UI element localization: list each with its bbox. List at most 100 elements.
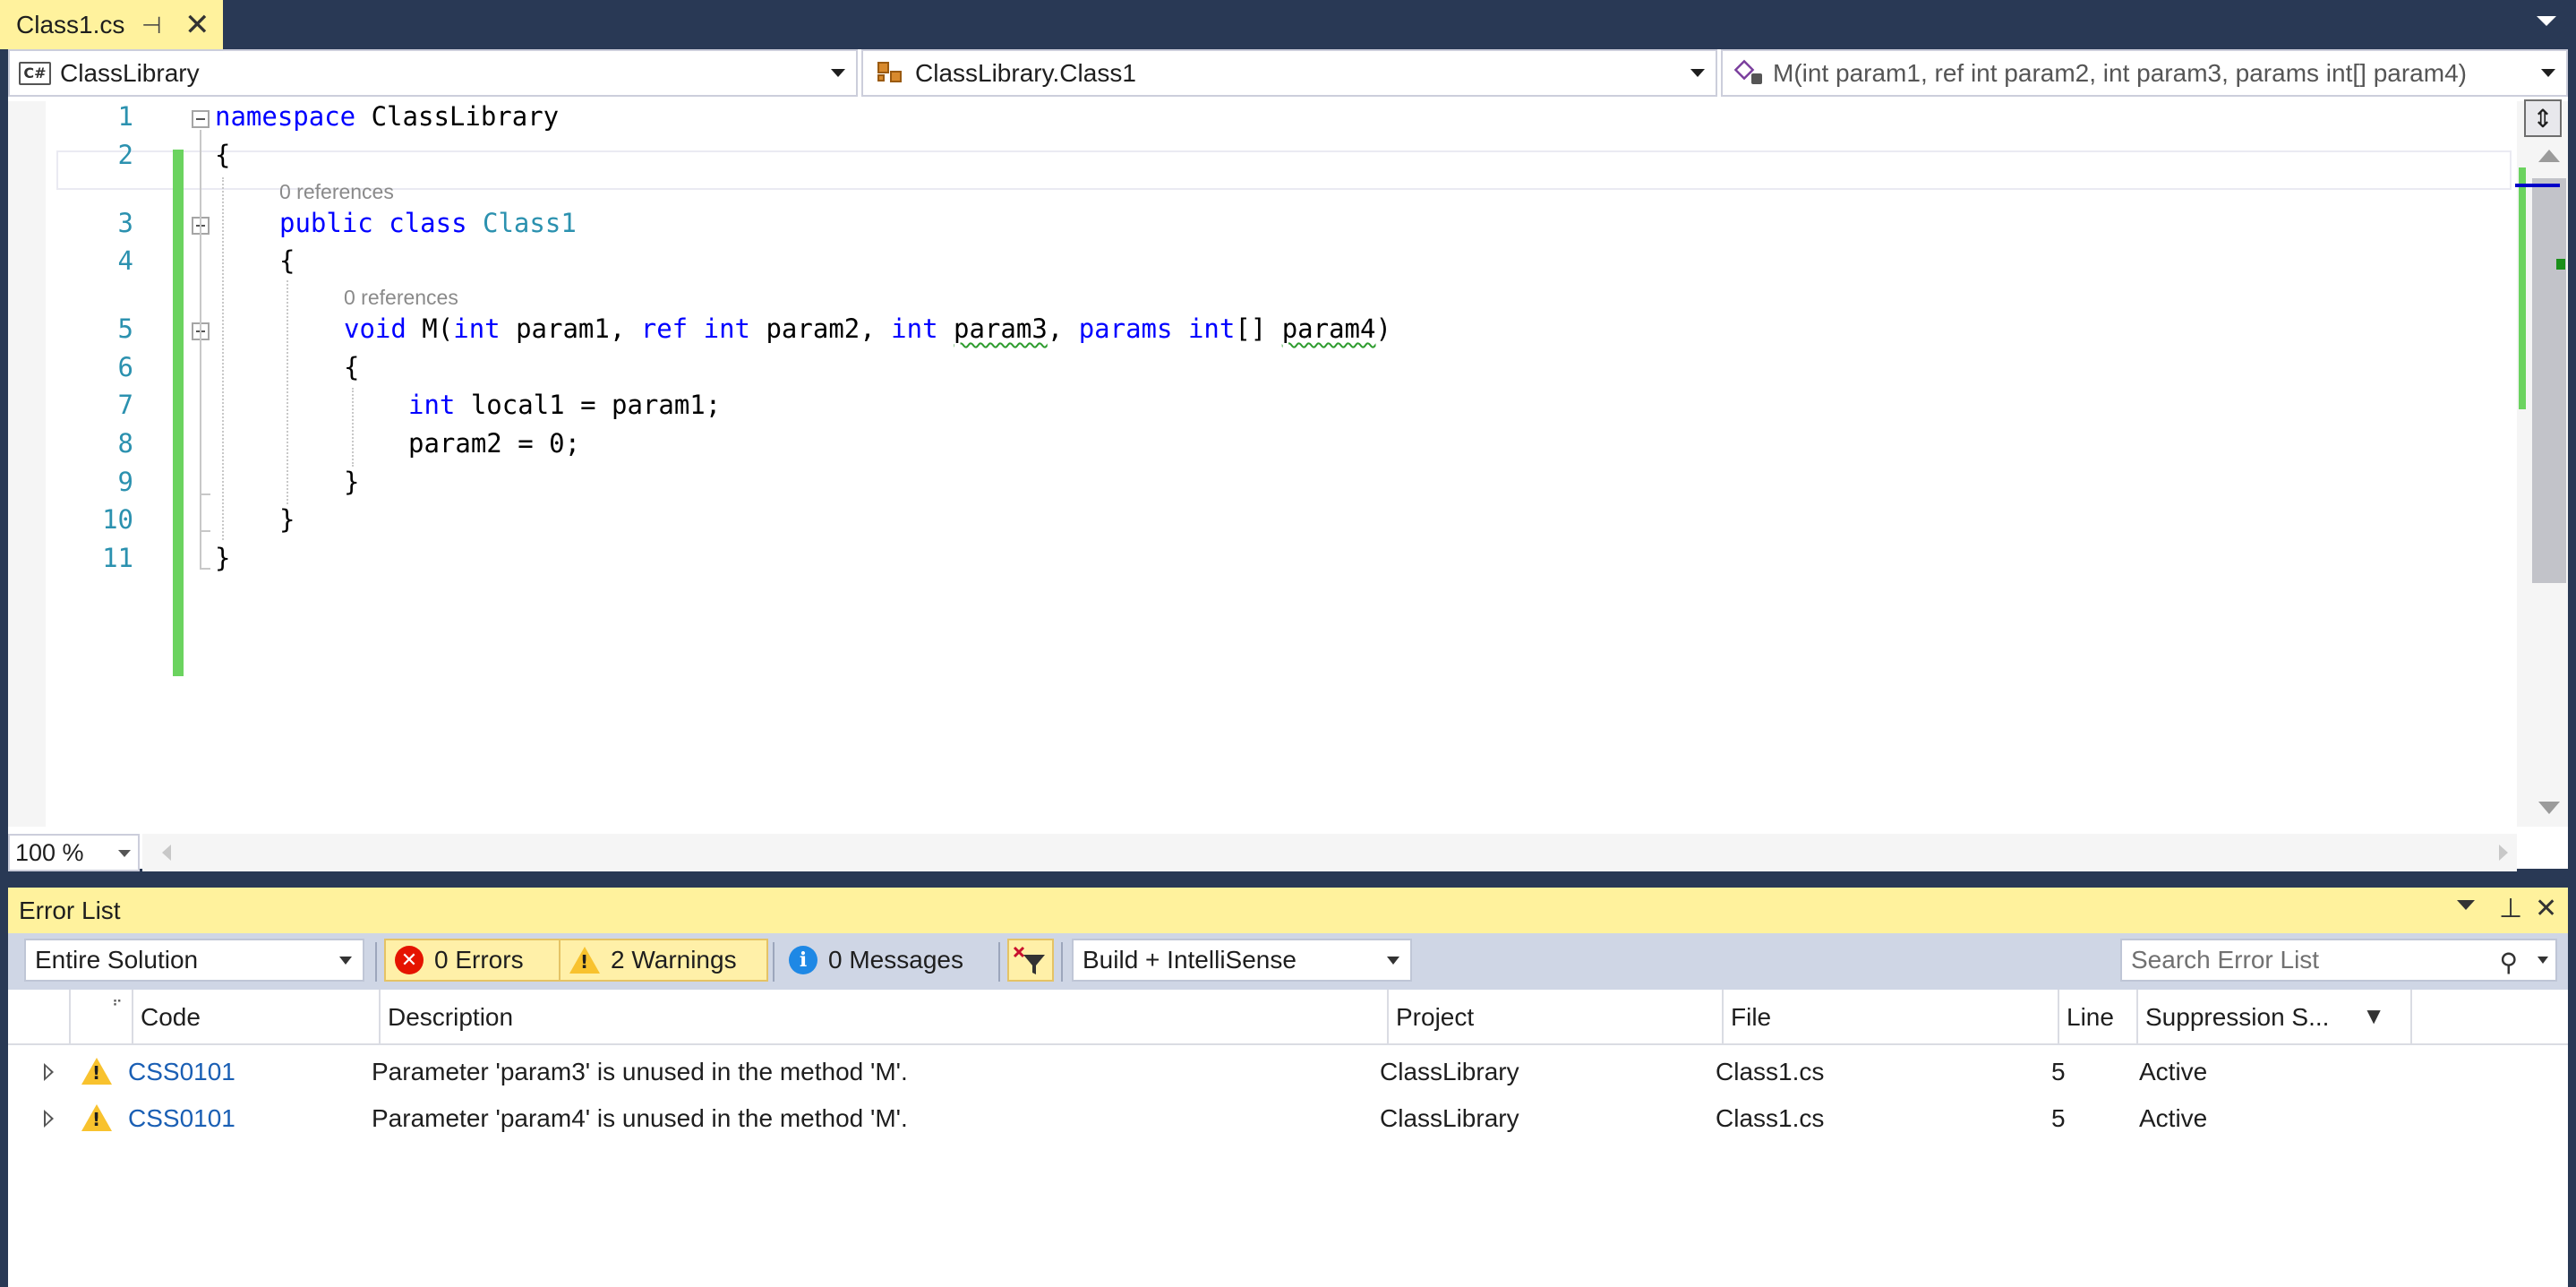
tab-overflow-chevron-icon[interactable] xyxy=(2537,16,2556,26)
toolbar-separator xyxy=(998,942,1000,982)
toolbar-separator xyxy=(773,942,775,982)
scrollbar-change-marker xyxy=(2519,167,2526,409)
code-line-8: param2 = 0; xyxy=(408,428,581,459)
error-list-title-bar: Error List ⊥ ✕ xyxy=(8,888,2568,933)
column-header-expander[interactable] xyxy=(8,990,71,1045)
warnings-count-label: 2 Warnings xyxy=(611,946,737,974)
error-project: ClassLibrary xyxy=(1380,1104,1519,1132)
code-line-5: void M(int param1, ref int param2, int p… xyxy=(344,313,1391,344)
error-suppression-state: Active xyxy=(2139,1104,2208,1132)
close-icon[interactable]: ✕ xyxy=(184,7,210,43)
project-dropdown-label: ClassLibrary xyxy=(60,58,200,87)
column-header-code[interactable]: Code xyxy=(133,990,381,1045)
codelens-references[interactable]: 0 references xyxy=(279,180,394,204)
error-list-title: Error List xyxy=(19,896,121,924)
chevron-down-icon xyxy=(118,850,131,857)
scrollbar-thumb[interactable] xyxy=(2532,178,2566,583)
warnings-filter-button[interactable]: 2 Warnings xyxy=(559,939,768,982)
error-icon: ✕ xyxy=(395,946,424,974)
document-tab[interactable]: Class1.cs ⊣ ✕ xyxy=(0,0,223,49)
line-number: 7 xyxy=(117,390,133,420)
code-line-1: namespace ClassLibrary xyxy=(215,101,560,132)
code-line-9: } xyxy=(344,467,360,497)
scroll-down-icon[interactable] xyxy=(2538,802,2560,814)
document-tab-title: Class1.cs xyxy=(16,10,125,39)
chevron-down-icon xyxy=(2541,69,2555,77)
error-line: 5 xyxy=(2051,1058,2066,1085)
change-tracking-bar xyxy=(173,150,184,676)
search-icon[interactable]: ⚲ xyxy=(2499,948,2518,977)
scroll-right-icon[interactable] xyxy=(2499,845,2508,861)
code-line-11: } xyxy=(215,543,231,573)
horizontal-scrollbar[interactable] xyxy=(142,834,2517,871)
scope-dropdown[interactable]: Entire Solution xyxy=(24,939,364,982)
outline-end xyxy=(200,530,210,532)
column-header-line[interactable]: Line xyxy=(2059,990,2138,1045)
error-code-link[interactable]: CSS0101 xyxy=(128,1049,235,1095)
table-row[interactable]: CSS0101 Parameter 'param3' is unused in … xyxy=(8,1049,2568,1095)
line-number: 5 xyxy=(117,313,133,344)
indent-guide xyxy=(222,177,224,540)
error-list-header: ⠖ Code Description Project File Line Sup… xyxy=(8,990,2568,1045)
chevron-down-icon xyxy=(831,69,845,77)
filter-icon[interactable]: ▼ xyxy=(2362,1002,2385,1030)
expand-icon[interactable] xyxy=(44,1110,54,1128)
scroll-up-icon[interactable] xyxy=(2538,150,2560,162)
squiggle-param4: param4 xyxy=(1281,313,1376,344)
search-error-list-input[interactable]: Search Error List ⚲ xyxy=(2120,939,2557,982)
search-placeholder: Search Error List xyxy=(2131,946,2320,974)
project-dropdown[interactable]: C# ClassLibrary xyxy=(8,49,858,97)
line-number: 11 xyxy=(102,543,133,573)
column-header-suppression-label: Suppression S... xyxy=(2145,1003,2330,1031)
column-header-icon[interactable]: ⠖ xyxy=(71,990,133,1045)
messages-filter-button[interactable]: i 0 Messages xyxy=(780,939,995,982)
pin-icon[interactable]: ⊣ xyxy=(141,12,162,39)
type-dropdown[interactable]: ClassLibrary.Class1 xyxy=(861,49,1717,97)
build-source-dropdown[interactable]: Build + IntelliSense xyxy=(1072,939,1412,982)
scrollbar-caret-marker xyxy=(2515,184,2560,187)
code-line-10: } xyxy=(279,504,295,535)
squiggle-param3: param3 xyxy=(954,313,1048,344)
zoom-level-dropdown[interactable]: 100 % xyxy=(8,834,140,871)
column-header-project[interactable]: Project xyxy=(1389,990,1724,1045)
scroll-left-icon[interactable] xyxy=(162,845,171,861)
close-icon[interactable]: ✕ xyxy=(2535,893,2557,924)
current-line-highlight xyxy=(56,150,2512,190)
member-dropdown[interactable]: M(int param1, ref int param2, int param3… xyxy=(1721,49,2568,97)
code-line-7: int local1 = param1; xyxy=(408,390,722,420)
clear-filter-icon[interactable] xyxy=(1007,939,1054,982)
window-menu-chevron-icon[interactable] xyxy=(2457,900,2475,910)
outline-line xyxy=(200,130,201,569)
code-editor: C# ClassLibrary ClassLibrary.Class1 M(in… xyxy=(8,49,2568,871)
outline-end xyxy=(200,493,210,495)
code-text-area[interactable]: 1 2 3 4 5 6 7 8 9 10 11 namespace ClassL… xyxy=(8,101,2517,827)
error-list-toolbar: Entire Solution ✕ 0 Errors 2 Warnings i … xyxy=(8,933,2568,990)
pin-icon[interactable]: ⊥ xyxy=(2499,893,2522,924)
chevron-down-icon xyxy=(1387,957,1399,965)
code-line-4: { xyxy=(279,245,295,276)
type-dropdown-label: ClassLibrary.Class1 xyxy=(915,58,1136,87)
chevron-down-icon[interactable] xyxy=(2537,957,2548,964)
info-icon: i xyxy=(789,946,817,974)
split-icon[interactable]: ⇕ xyxy=(2524,99,2562,137)
column-header-file[interactable]: File xyxy=(1724,990,2059,1045)
code-line-2: { xyxy=(215,140,231,170)
line-number: 8 xyxy=(117,428,133,459)
expand-icon[interactable] xyxy=(44,1063,54,1081)
table-row[interactable]: CSS0101 Parameter 'param4' is unused in … xyxy=(8,1095,2568,1142)
collapse-toggle[interactable] xyxy=(192,110,210,128)
line-number: 3 xyxy=(117,208,133,238)
indent-guide xyxy=(352,388,354,467)
errors-filter-button[interactable]: ✕ 0 Errors xyxy=(384,939,563,982)
column-header-description[interactable]: Description xyxy=(381,990,1389,1045)
error-file: Class1.cs xyxy=(1716,1104,1825,1132)
error-suppression-state: Active xyxy=(2139,1058,2208,1085)
build-source-label: Build + IntelliSense xyxy=(1083,946,1297,974)
codelens-references[interactable]: 0 references xyxy=(344,286,458,310)
code-line-3: public class Class1 xyxy=(279,208,577,238)
error-code-link[interactable]: CSS0101 xyxy=(128,1095,235,1142)
indent-guide xyxy=(287,280,288,504)
error-description: Parameter 'param4' is unused in the meth… xyxy=(372,1104,908,1132)
line-number: 6 xyxy=(117,352,133,382)
column-header-suppression[interactable]: Suppression S... ▼ xyxy=(2138,990,2412,1045)
